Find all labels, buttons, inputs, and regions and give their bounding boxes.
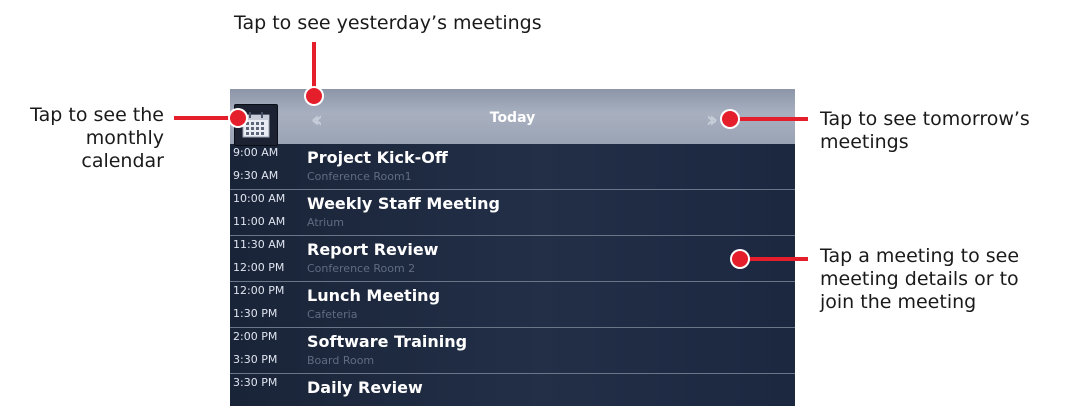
callout-dot-monthly bbox=[230, 110, 246, 126]
meeting-title: Lunch Meeting bbox=[307, 286, 441, 305]
meeting-end-time: 1:30 PM bbox=[233, 307, 278, 320]
meeting-start-time: 2:00 PM bbox=[233, 330, 278, 343]
meeting-location: Atrium bbox=[307, 216, 344, 229]
meeting-row-weekly-staff-meeting[interactable]: 10:00 AM 11:00 AM Weekly Staff Meeting A… bbox=[230, 190, 795, 236]
meeting-list: 9:00 AM 9:30 AM Project Kick-Off Confere… bbox=[230, 144, 795, 406]
annotation-monthly-calendar: Tap to see the monthly calendar bbox=[6, 104, 164, 173]
callout-line-yesterday bbox=[312, 42, 316, 94]
callout-line-meeting bbox=[742, 257, 808, 261]
meeting-start-time: 12:00 PM bbox=[233, 284, 285, 297]
annotation-yesterday: Tap to see yesterday’s meetings bbox=[234, 12, 542, 34]
meeting-location: Board Room bbox=[307, 354, 375, 367]
meeting-title: Software Training bbox=[307, 332, 468, 351]
double-chevron-right-icon: ›› bbox=[705, 107, 718, 133]
meeting-row-daily-review[interactable]: 3:30 PM Daily Review bbox=[230, 374, 795, 406]
meeting-location: Cafeteria bbox=[307, 308, 358, 321]
phone-screen: ‹‹ Today ›› 9:00 AM 9:30 AM Project Kick… bbox=[230, 89, 795, 406]
meeting-row-project-kick-off[interactable]: 9:00 AM 9:30 AM Project Kick-Off Confere… bbox=[230, 144, 795, 190]
meeting-location: Conference Room1 bbox=[307, 170, 412, 183]
callout-line-tomorrow bbox=[730, 117, 808, 121]
meeting-start-time: 3:30 PM bbox=[233, 376, 278, 389]
meeting-title: Project Kick-Off bbox=[307, 148, 448, 167]
callout-dot-meeting bbox=[732, 251, 748, 267]
annotation-meeting-details: Tap a meeting to see meeting details or … bbox=[820, 245, 1065, 314]
next-day-button[interactable]: ›› bbox=[697, 107, 721, 133]
meeting-row-software-training[interactable]: 2:00 PM 3:30 PM Software Training Board … bbox=[230, 328, 795, 374]
meeting-row-lunch-meeting[interactable]: 12:00 PM 1:30 PM Lunch Meeting Cafeteria bbox=[230, 282, 795, 328]
meeting-start-time: 9:00 AM bbox=[233, 146, 279, 159]
meeting-start-time: 11:30 AM bbox=[233, 238, 286, 251]
meeting-row-report-review[interactable]: 11:30 AM 12:00 PM Report Review Conferen… bbox=[230, 236, 795, 282]
callout-dot-tomorrow bbox=[722, 111, 738, 127]
meeting-title: Report Review bbox=[307, 240, 439, 259]
annotation-line: monthly bbox=[85, 127, 164, 149]
annotation-line: Tap to see the bbox=[30, 104, 164, 126]
callout-dot-yesterday bbox=[306, 88, 322, 104]
meeting-end-time: 9:30 AM bbox=[233, 169, 279, 182]
meeting-end-time: 12:00 PM bbox=[233, 261, 285, 274]
annotation-line: meetings bbox=[820, 131, 909, 153]
annotation-line: calendar bbox=[81, 150, 164, 172]
meeting-title: Daily Review bbox=[307, 378, 423, 397]
annotation-line: meeting details or to bbox=[820, 268, 1019, 290]
meeting-end-time: 11:00 AM bbox=[233, 215, 286, 228]
meeting-end-time: 3:30 PM bbox=[233, 353, 278, 366]
callout-line-monthly bbox=[174, 116, 236, 120]
meeting-location: Conference Room 2 bbox=[307, 262, 416, 275]
annotation-line: Tap to see tomorrow’s bbox=[820, 108, 1030, 130]
annotation-tomorrow: Tap to see tomorrow’s meetings bbox=[820, 108, 1065, 154]
meeting-title: Weekly Staff Meeting bbox=[307, 194, 501, 213]
meeting-start-time: 10:00 AM bbox=[233, 192, 286, 205]
annotation-line: Tap a meeting to see bbox=[820, 245, 1020, 267]
annotation-line: join the meeting bbox=[820, 291, 977, 313]
